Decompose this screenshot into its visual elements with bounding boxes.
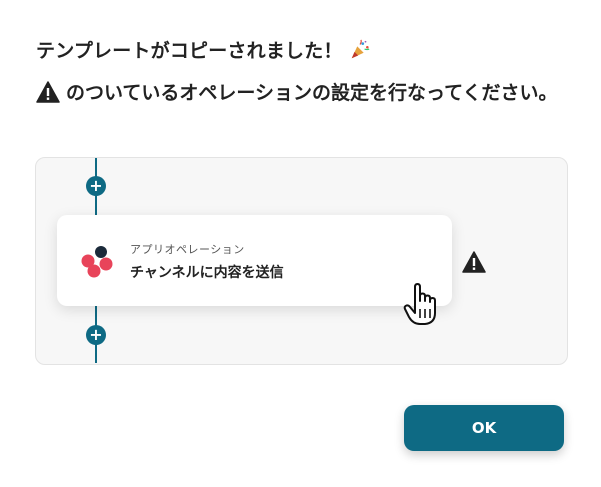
operation-card[interactable]: アプリオペレーション チャンネルに内容を送信	[57, 215, 452, 306]
warning-triangle-icon	[462, 251, 486, 273]
instruction-message: のついているオペレーションの設定を行なってください。	[36, 78, 558, 105]
success-message: テンプレートがコピーされました！	[36, 36, 371, 63]
instruction-message-text: のついているオペレーションの設定を行なってください。	[66, 82, 558, 104]
hand-pointer-icon	[403, 283, 436, 325]
operation-title: チャンネルに内容を送信	[130, 265, 284, 281]
party-popper-icon	[351, 39, 370, 58]
app-logo-icon	[81, 246, 113, 278]
add-step-icon[interactable]: +	[86, 325, 106, 345]
ok-button[interactable]: OK	[404, 405, 564, 451]
operation-type-label: アプリオペレーション	[130, 243, 245, 256]
success-message-text: テンプレートがコピーされました！	[36, 40, 343, 62]
warning-triangle-icon	[36, 80, 60, 103]
add-step-icon[interactable]: +	[86, 176, 106, 196]
